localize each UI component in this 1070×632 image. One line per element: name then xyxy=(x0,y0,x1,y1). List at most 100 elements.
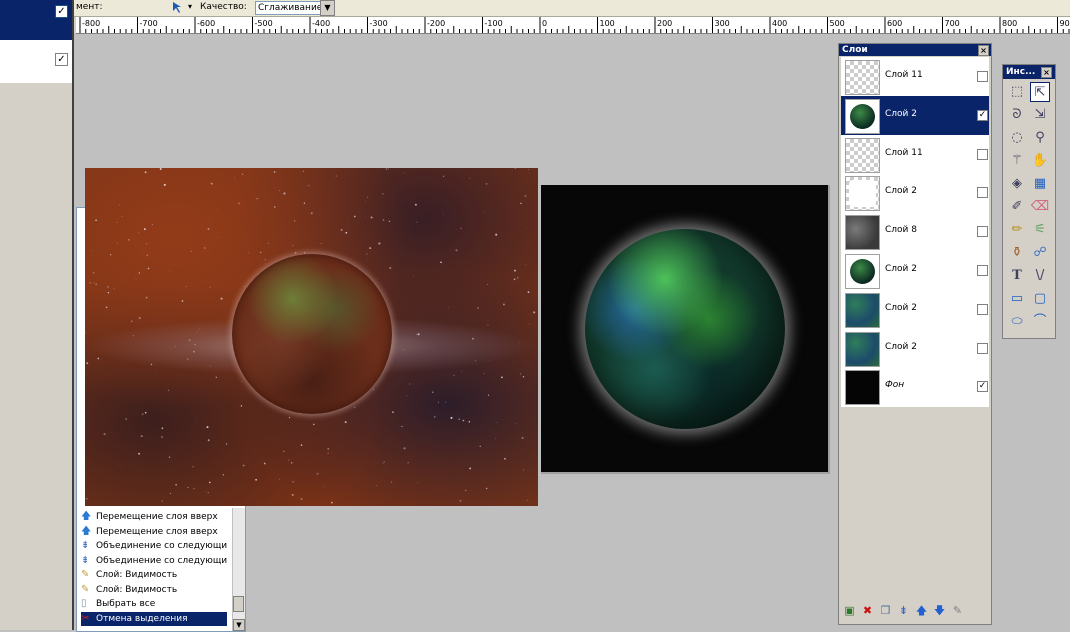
ellipse-shape-icon[interactable]: ⬭ xyxy=(1007,312,1027,332)
history-item[interactable]: 🡅Перемещение слоя вверх xyxy=(81,525,227,539)
image-canvas-planet[interactable] xyxy=(541,185,830,474)
star xyxy=(381,170,382,171)
history-item[interactable]: ⇟Объединение со следующим ... xyxy=(81,554,227,568)
layer-visibility-checkbox[interactable] xyxy=(977,226,988,237)
freeform-shape-icon[interactable]: ⌒ xyxy=(1030,312,1050,332)
rectangle-shape-icon[interactable]: ▭ xyxy=(1007,289,1027,309)
close-icon[interactable]: × xyxy=(1041,67,1052,78)
star xyxy=(409,383,410,384)
history-item[interactable]: ✎Слой: Видимость xyxy=(81,568,227,582)
layer-visibility-checkbox[interactable]: ✓ xyxy=(977,110,988,121)
layer-row[interactable]: Слой 2 xyxy=(841,173,989,212)
delete-layer-icon[interactable]: ✖ xyxy=(861,604,874,617)
ruler-label: -200 xyxy=(427,19,445,28)
history-item[interactable]: 🡅Перемещение слоя вверх xyxy=(81,510,227,524)
layer-visibility-checkbox[interactable] xyxy=(977,187,988,198)
quality-dropdown-button[interactable]: ▼ xyxy=(320,0,335,16)
line-curve-icon[interactable]: \/ xyxy=(1030,266,1050,286)
rectangle-select-icon[interactable]: ⬚ xyxy=(1007,82,1027,102)
text-tool-icon[interactable]: T xyxy=(1007,266,1027,286)
clone-stamp-icon[interactable]: ⚱ xyxy=(1007,243,1027,263)
arrow-up-icon: 🡅 xyxy=(81,526,92,537)
star xyxy=(104,433,106,435)
gradient-icon[interactable]: ▦ xyxy=(1030,174,1050,194)
star xyxy=(301,444,303,446)
paint-bucket-icon[interactable]: ◈ xyxy=(1007,174,1027,194)
scrollbar-thumb[interactable] xyxy=(233,596,244,612)
star xyxy=(216,377,217,378)
star xyxy=(488,395,489,396)
move-tool-dropdown[interactable] xyxy=(171,1,185,14)
star xyxy=(459,500,461,502)
left-row[interactable]: ✓ xyxy=(0,40,72,83)
history-item[interactable]: ▯Выбрать все xyxy=(81,597,227,611)
duplicate-layer-icon[interactable]: ❐ xyxy=(879,604,892,617)
layer-visibility-checkbox[interactable] xyxy=(977,304,988,315)
layer-row[interactable]: Слой 8 xyxy=(841,212,989,251)
magic-wand-icon[interactable]: ⚚ xyxy=(1007,151,1027,171)
recolor-icon[interactable]: ☍ xyxy=(1030,243,1050,263)
tools-titlebar[interactable]: Инс... × xyxy=(1003,65,1055,79)
quality-select[interactable]: Сглаживание xyxy=(255,1,321,15)
star xyxy=(95,219,97,221)
move-layer-down-icon[interactable]: 🡇 xyxy=(933,604,946,617)
layers-titlebar[interactable]: Слои × xyxy=(839,44,991,56)
history-item-label: Слой: Видимость xyxy=(96,570,177,580)
star xyxy=(517,277,518,278)
image-canvas-nebula[interactable] xyxy=(85,168,538,506)
layer-properties-icon[interactable]: ✎ xyxy=(951,604,964,617)
layer-visibility-checkbox[interactable] xyxy=(977,149,988,160)
layer-visibility-checkbox[interactable] xyxy=(977,71,988,82)
history-item[interactable]: ✂Отмена выделения xyxy=(81,612,227,626)
layer-thumbnail xyxy=(845,332,880,367)
layer-row[interactable]: Слой 2✓ xyxy=(841,96,989,135)
move-selection-icon[interactable]: ⇱ xyxy=(1030,82,1050,102)
ellipse-select-icon[interactable]: ◌ xyxy=(1007,128,1027,148)
star xyxy=(384,461,385,462)
layer-row[interactable]: Слой 2 xyxy=(841,290,989,329)
star xyxy=(146,243,147,244)
history-item[interactable]: ⇟Объединение со следующим ... xyxy=(81,539,227,553)
zoom-icon[interactable]: ⚲ xyxy=(1030,128,1050,148)
star xyxy=(208,228,210,230)
star xyxy=(417,222,418,223)
pan-hand-icon[interactable]: ✋ xyxy=(1030,151,1050,171)
move-layer-up-icon[interactable]: 🡅 xyxy=(915,604,928,617)
paintbrush-icon[interactable]: ✐ xyxy=(1007,197,1027,217)
star xyxy=(204,247,206,249)
pencil-icon[interactable]: ✏ xyxy=(1007,220,1027,240)
layer-row[interactable]: Слой 2 xyxy=(841,329,989,368)
star xyxy=(283,451,284,452)
star xyxy=(526,228,527,229)
star xyxy=(108,286,109,287)
layer-thumbnail xyxy=(845,99,880,134)
layers-title: Слои xyxy=(839,45,868,55)
merge-layer-down-icon[interactable]: ⇟ xyxy=(897,604,910,617)
left-checkbox-1[interactable]: ✓ xyxy=(55,5,68,18)
star xyxy=(265,259,267,261)
layer-row[interactable]: Слой 11 xyxy=(841,135,989,174)
color-picker-icon[interactable]: ⚟ xyxy=(1030,220,1050,240)
left-checkbox-2[interactable]: ✓ xyxy=(55,53,68,66)
rounded-rectangle-icon[interactable]: ▢ xyxy=(1030,289,1050,309)
close-icon[interactable]: × xyxy=(978,45,989,56)
layer-row[interactable]: Слой 2 xyxy=(841,251,989,290)
layer-row[interactable]: Слой 11 xyxy=(841,57,989,96)
star xyxy=(311,212,313,214)
layer-row[interactable]: Фон✓ xyxy=(841,367,989,406)
layer-visibility-checkbox[interactable]: ✓ xyxy=(977,381,988,392)
left-selected-row[interactable]: ✓ xyxy=(0,0,72,40)
lasso-select-icon[interactable]: ᘐ xyxy=(1007,105,1027,125)
layer-visibility-checkbox[interactable] xyxy=(977,265,988,276)
add-layer-icon[interactable]: ▣ xyxy=(843,604,856,617)
layer-visibility-checkbox[interactable] xyxy=(977,343,988,354)
history-item[interactable]: ✎Слой: Видимость xyxy=(81,583,227,597)
scroll-down-arrow-icon[interactable]: ▼ xyxy=(233,619,245,631)
eraser-icon[interactable]: ⌫ xyxy=(1030,197,1050,217)
chevron-down-icon[interactable]: ▾ xyxy=(188,2,192,11)
star xyxy=(533,311,535,313)
select-all-icon: ▯ xyxy=(81,598,92,609)
history-scrollbar[interactable]: ▼ xyxy=(232,508,245,631)
move-selected-icon[interactable]: ⇲ xyxy=(1030,105,1050,125)
star xyxy=(331,502,333,504)
